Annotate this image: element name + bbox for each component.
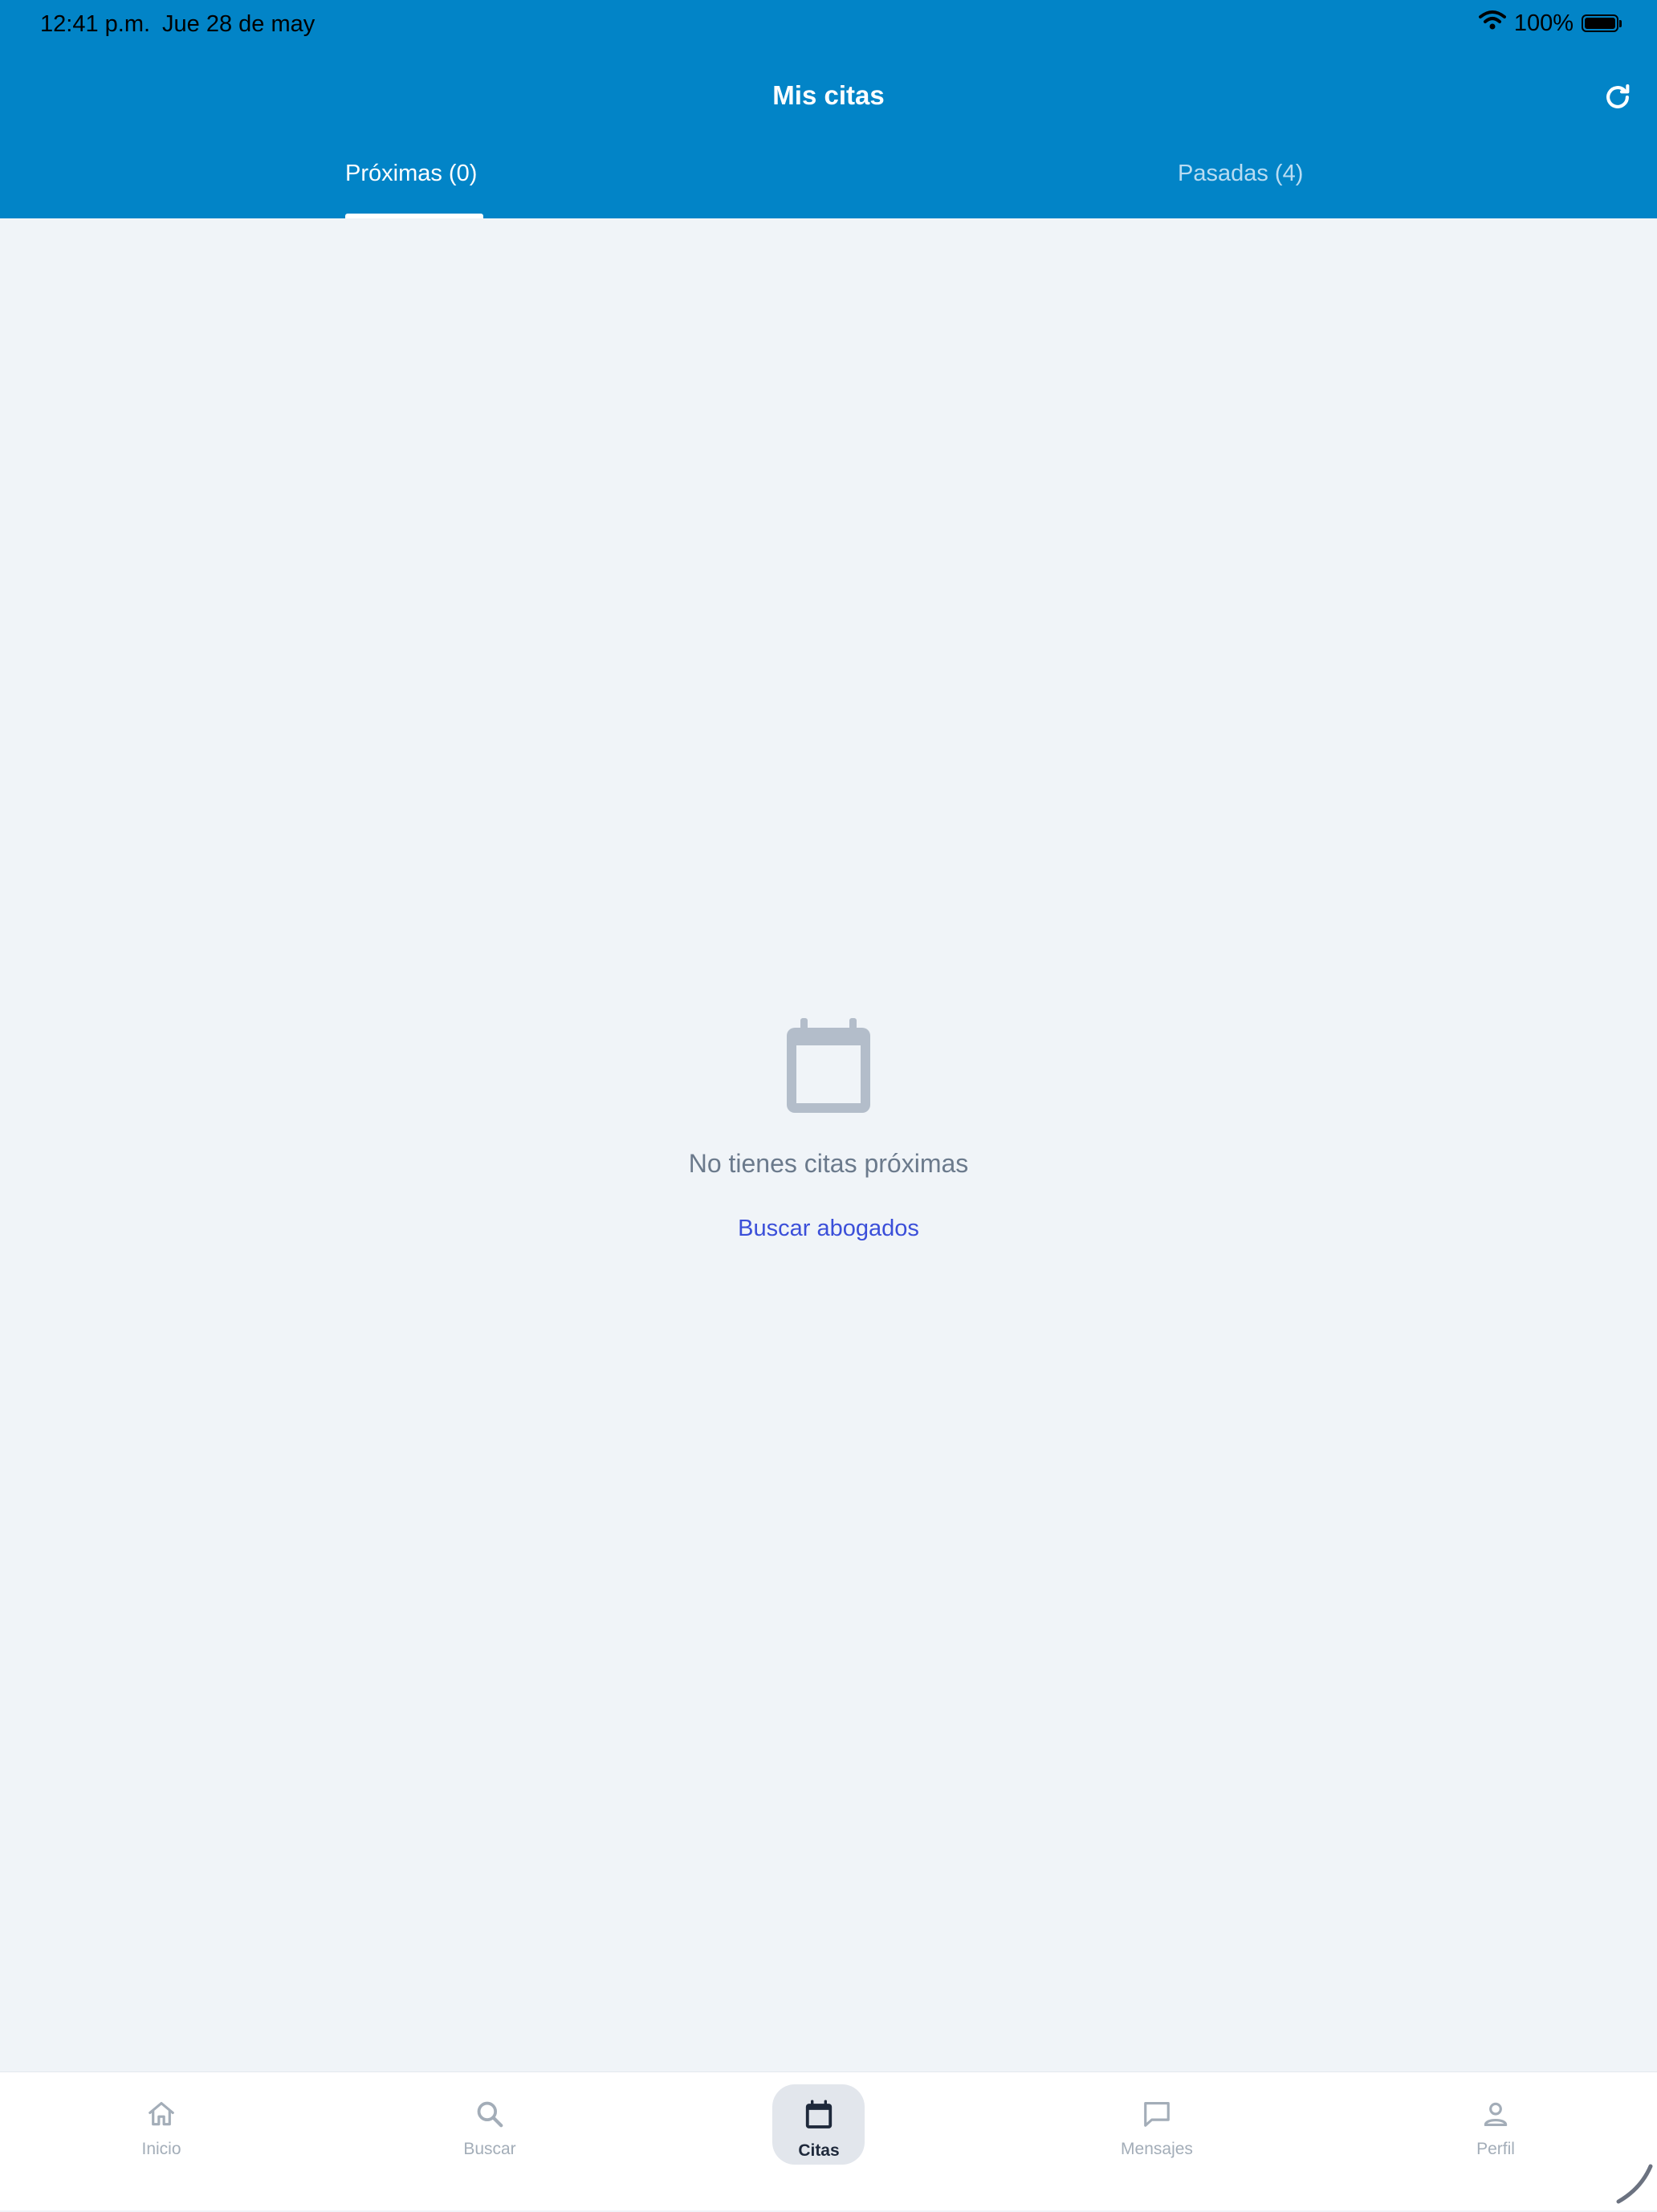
calendar-icon <box>755 2099 883 2135</box>
empty-state: No tienes citas próximas Buscar abogados <box>0 1018 1657 1242</box>
calendar-icon <box>0 1018 1657 1120</box>
nav-item-citas[interactable]: Citas <box>755 2083 883 2195</box>
search-lawyers-link[interactable]: Buscar abogados <box>738 1216 919 1242</box>
chat-icon <box>1093 2099 1221 2133</box>
nav-label-perfil: Perfil <box>1476 2140 1515 2158</box>
page-title: Mis citas <box>772 80 885 110</box>
nav-item-perfil[interactable]: Perfil <box>1431 2083 1560 2195</box>
person-icon <box>1431 2099 1560 2133</box>
refresh-button[interactable] <box>1599 80 1636 117</box>
nav-label-citas: Citas <box>798 2141 840 2160</box>
nav-label-mensajes: Mensajes <box>1121 2140 1193 2158</box>
nav-label-buscar: Buscar <box>463 2140 516 2158</box>
wifi-icon <box>1478 10 1506 37</box>
active-tab-indicator <box>345 214 483 218</box>
nav-item-mensajes[interactable]: Mensajes <box>1093 2083 1221 2195</box>
status-bar: 12:41 p.m. Jue 28 de may 100% <box>0 0 1657 51</box>
refresh-icon <box>1602 82 1633 116</box>
status-indicators: 100% <box>1478 10 1622 37</box>
nav-item-inicio[interactable]: Inicio <box>97 2083 226 2195</box>
nav-item-buscar[interactable]: Buscar <box>425 2083 554 2195</box>
app-header: 12:41 p.m. Jue 28 de may 100% Mis citas <box>0 0 1657 218</box>
empty-state-message: No tienes citas próximas <box>688 1149 969 1178</box>
status-date: Jue 28 de may <box>162 11 316 37</box>
search-icon <box>425 2099 554 2133</box>
nav-label-inicio: Inicio <box>141 2140 181 2158</box>
tab-past[interactable]: Pasadas (4) <box>1178 161 1303 218</box>
status-time: 12:41 p.m. <box>40 11 151 37</box>
corner-indicator-icon <box>1609 2160 1657 2208</box>
tab-upcoming[interactable]: Próximas (0) <box>345 161 477 218</box>
battery-percent: 100% <box>1513 10 1574 36</box>
home-icon <box>97 2099 226 2133</box>
battery-icon <box>1582 14 1622 32</box>
